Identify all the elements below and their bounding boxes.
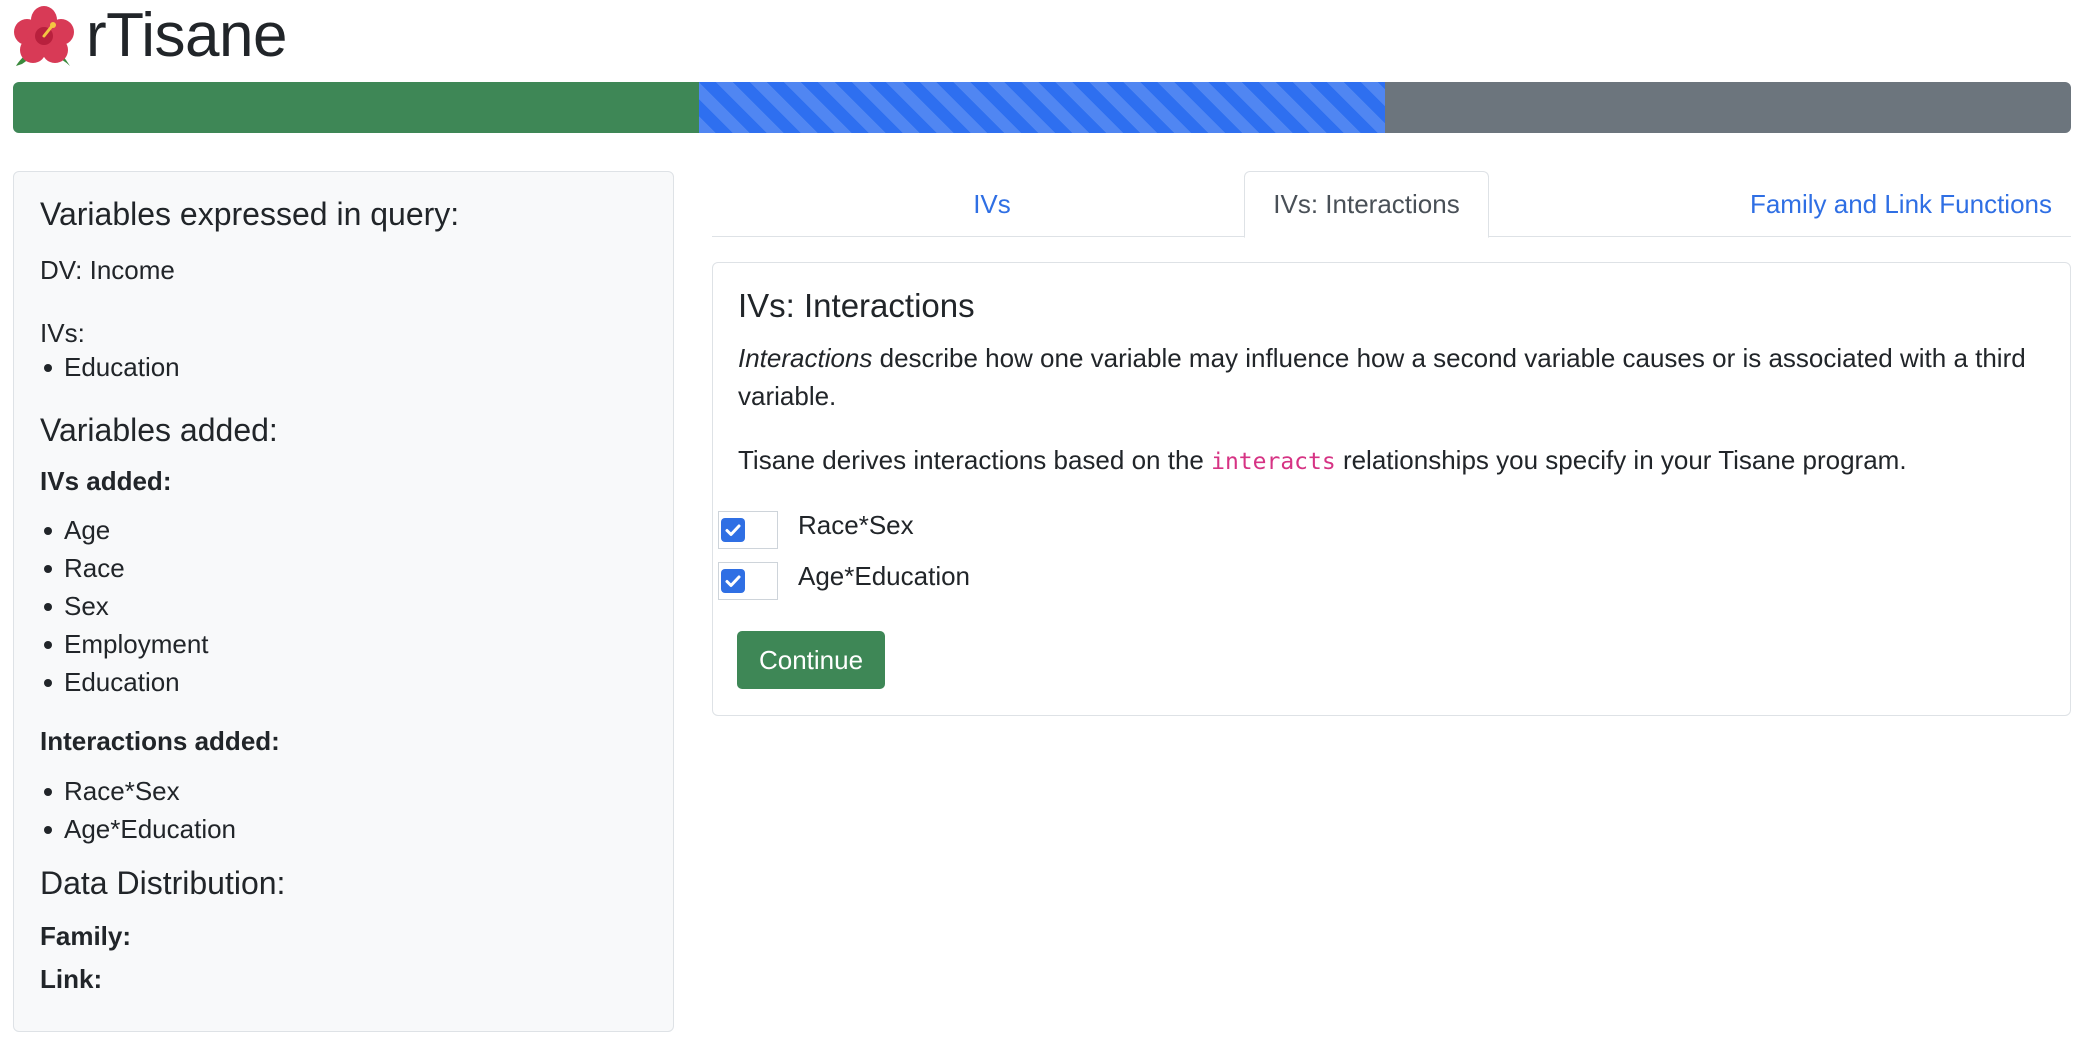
interaction-option-age-education[interactable]: Age*Education: [718, 560, 971, 600]
interactions-panel: IVs: Interactions Interactions describe …: [712, 262, 2071, 716]
check-icon: [721, 569, 745, 593]
panel-derive-text: Tisane derives interactions based on the…: [738, 441, 2048, 481]
interactions-added-label: Interactions added:: [40, 726, 280, 756]
checkbox-label: Race*Sex: [798, 509, 914, 540]
ivs-label: IVs:: [40, 318, 85, 348]
derive-text-after: relationships you specify in your Tisane…: [1335, 445, 1907, 475]
interactions-added-list: Race*Sex Age*Education: [14, 772, 673, 848]
continue-button[interactable]: Continue: [737, 631, 885, 689]
app-title: rTisane: [86, 1, 287, 70]
progress-step-completed: [13, 82, 699, 133]
tab-family-link-functions[interactable]: Family and Link Functions: [1722, 171, 2052, 237]
list-item: Race*Sex: [14, 772, 673, 810]
summary-sidebar: Variables expressed in query: DV: Income…: [13, 171, 674, 1032]
query-ivs-list: Education: [14, 348, 673, 386]
hibiscus-icon: [14, 6, 74, 66]
intro-emphasis: Interactions: [738, 343, 873, 373]
derive-text-before: Tisane derives interactions based on the: [738, 445, 1212, 475]
tab-label: Family and Link Functions: [1749, 188, 2052, 219]
list-item: Education: [14, 348, 673, 386]
intro-text: describe how one variable may influence …: [738, 343, 2026, 411]
checkbox-race-sex[interactable]: [718, 511, 778, 549]
list-item: Sex: [14, 587, 673, 625]
dv-text: DV: Income: [40, 255, 175, 285]
progress-step-remaining: [1385, 82, 2071, 133]
ivs-added-label: IVs added:: [40, 466, 172, 496]
panel-title: IVs: Interactions: [738, 287, 975, 324]
panel-intro: Interactions describe how one variable m…: [738, 339, 2048, 415]
ivs-added-list: Age Race Sex Employment Education: [14, 511, 673, 701]
checkbox-label: Age*Education: [798, 560, 971, 591]
check-icon: [721, 518, 745, 542]
tab-label: IVs: Interactions: [1273, 189, 1460, 219]
query-heading: Variables expressed in query:: [40, 196, 460, 232]
list-item: Education: [14, 663, 673, 701]
step-tabs: IVs IVs: Interactions Family and Link Fu…: [712, 171, 2071, 238]
checkbox-age-education[interactable]: [718, 562, 778, 600]
tab-label: IVs: [973, 188, 1011, 219]
interaction-option-race-sex[interactable]: Race*Sex: [718, 509, 914, 549]
interacts-code: interacts: [1211, 449, 1336, 475]
tab-ivs[interactable]: IVs: [922, 171, 1062, 237]
link-label: Link:: [40, 964, 103, 994]
app-header: rTisane: [12, 0, 287, 72]
progress-bar: [13, 82, 2071, 133]
list-item: Age*Education: [14, 810, 673, 848]
progress-step-current: [699, 82, 1385, 133]
family-label: Family:: [40, 921, 132, 951]
list-item: Employment: [14, 625, 673, 663]
distribution-heading: Data Distribution:: [40, 865, 286, 901]
added-heading: Variables added:: [40, 412, 278, 448]
list-item: Age: [14, 511, 673, 549]
tab-ivs-interactions[interactable]: IVs: Interactions: [1244, 171, 1489, 238]
list-item: Race: [14, 549, 673, 587]
